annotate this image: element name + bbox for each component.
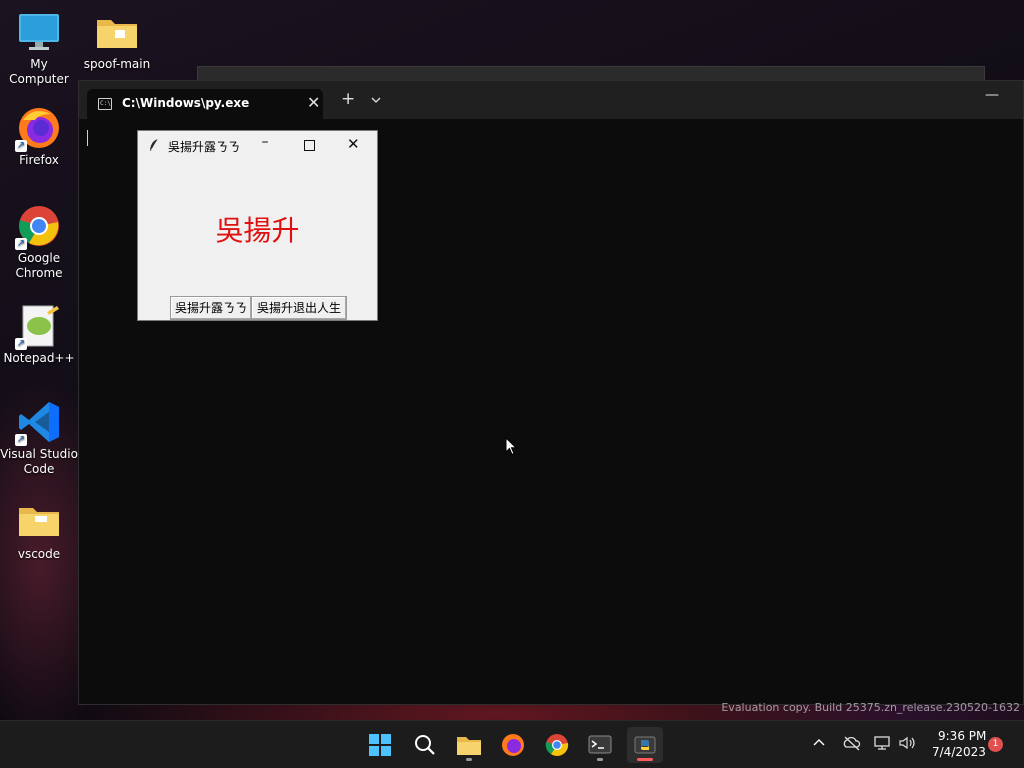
terminal-titlebar[interactable]: C:\ C:\Windows\py.exe ✕ + — [79,81,1023,119]
desktop-icon-label: Notepad++ [3,351,75,365]
console-icon: C:\ [98,98,112,110]
desktop-icon-label: My Computer [9,57,69,86]
text-cursor [87,130,88,146]
shortcut-arrow-icon: ↗ [15,434,27,446]
tk-window-title: 吳揚升露ㄋㄋ [168,140,241,154]
terminal-tab[interactable]: C:\ C:\Windows\py.exe ✕ [87,89,323,119]
desktop-icon-label: vscode [17,547,61,561]
firefox-icon [502,734,524,756]
desktop-icon-firefox[interactable]: ↗ Firefox [0,106,78,168]
search-icon [415,735,435,755]
monitor-icon [17,10,61,54]
desktop-icon-notepad-plus-plus[interactable]: ↗ Notepad++ [0,304,78,366]
clock-time[interactable]: 9:36 PM [938,729,986,743]
volume-icon[interactable] [898,735,918,755]
evaluation-watermark: Evaluation copy. Build 25375.zn_release.… [721,701,1020,714]
desktop-icon-google-chrome[interactable]: ↗ Google Chrome [0,204,78,281]
show-button[interactable]: 吳揚升露ㄋㄋ [170,296,252,320]
clock-date[interactable]: 7/4/2023 [932,745,986,759]
notification-badge[interactable]: 1 [988,737,1003,752]
desktop-icon-vscode-folder[interactable]: vscode [0,500,78,562]
chevron-up-icon [813,739,825,746]
running-indicator [466,758,472,761]
taskbar: 9:36 PM 7/4/2023 [0,720,1024,768]
chrome-icon: ↗ [15,204,61,250]
start-button[interactable] [362,727,398,763]
search-button[interactable] [407,727,443,763]
close-tab-icon[interactable]: ✕ [307,93,320,112]
tk-titlebar[interactable]: 吳揚升露ㄋㄋ – ✕ [138,131,377,159]
folder-icon [95,10,139,54]
vscode-icon: ↗ [15,400,61,446]
taskbar-chrome[interactable] [539,727,575,763]
desktop-icon-label: spoof-main [83,57,151,71]
minimize-button[interactable]: — [985,87,999,103]
desktop-icon-visual-studio-code[interactable]: ↗ Visual Studio Code [0,400,78,477]
desktop-icon-label: Visual Studio Code [0,447,78,476]
notepad-plus-plus-icon: ↗ [15,304,61,350]
taskbar-python[interactable] [627,727,663,763]
taskbar-terminal[interactable] [582,727,618,763]
desktop-icon-label: Google Chrome [15,251,63,280]
folder-icon [17,500,61,544]
desktop-icon-spoof-main[interactable]: spoof-main [78,10,156,72]
shortcut-arrow-icon: ↗ [15,238,27,250]
maximize-button[interactable] [304,140,315,151]
firefox-icon: ↗ [15,106,61,152]
mouse-pointer-icon [505,436,518,460]
network-icon[interactable] [873,735,893,755]
shortcut-arrow-icon: ↗ [15,338,27,350]
tk-app-window[interactable]: 吳揚升露ㄋㄋ – ✕ 吳揚升 吳揚升露ㄋㄋ 吳揚升退出人生 [137,130,378,321]
windows-start-icon [369,734,391,756]
close-button[interactable]: ✕ [347,135,360,153]
name-label: 吳揚升 [215,214,300,247]
chevron-down-icon[interactable] [371,93,381,106]
shortcut-arrow-icon: ↗ [15,140,27,152]
feather-icon [148,137,160,151]
exit-button[interactable]: 吳揚升退出人生 [251,296,347,320]
terminal-tab-title: C:\Windows\py.exe [122,96,250,110]
taskbar-firefox[interactable] [495,727,531,763]
running-indicator [597,758,603,761]
taskbar-file-explorer[interactable] [451,727,487,763]
minimize-button[interactable]: – [258,134,272,150]
onedrive-offline-icon[interactable] [842,735,862,755]
desktop-icon-label: Firefox [19,153,59,167]
show-hidden-icons-button[interactable] [812,735,826,754]
desktop-icon-my-computer[interactable]: My Computer [0,10,78,87]
chrome-icon [545,734,569,756]
new-tab-button[interactable]: + [341,91,355,108]
active-indicator [637,758,653,761]
